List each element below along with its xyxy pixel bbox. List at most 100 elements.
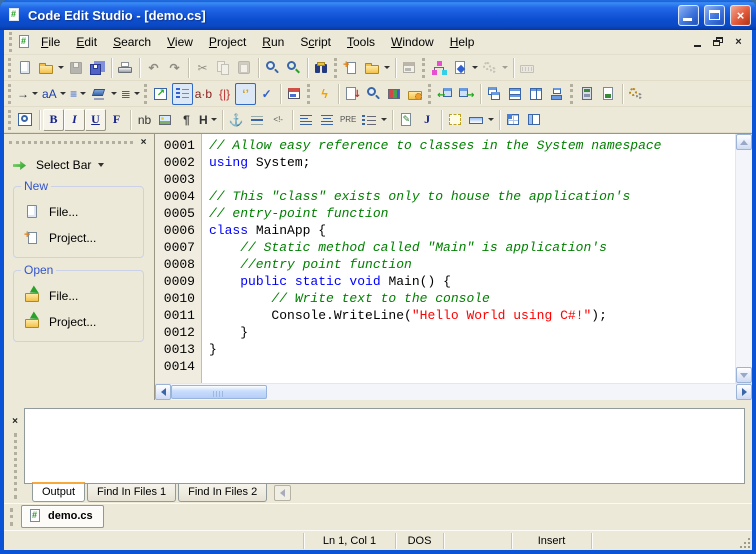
- scroll-down-button[interactable]: [736, 367, 752, 383]
- sort-document-button[interactable]: [342, 83, 363, 105]
- convert-tabs-button[interactable]: →: [15, 83, 40, 105]
- calculator-button[interactable]: [577, 83, 598, 105]
- sidebar-item-open-project[interactable]: Project...: [24, 309, 137, 335]
- open-project-button[interactable]: [362, 57, 392, 79]
- zoom-button[interactable]: [363, 83, 384, 105]
- heading-button[interactable]: H: [197, 109, 219, 131]
- list-button[interactable]: [359, 109, 389, 131]
- align-center-button[interactable]: [317, 109, 338, 131]
- show-spaces-button[interactable]: a·b: [193, 83, 214, 105]
- bold-button[interactable]: B: [43, 109, 64, 131]
- editor-horizontal-scrollbar[interactable]: [155, 383, 752, 400]
- toolbar-handle-run-tools[interactable]: [307, 84, 310, 104]
- menu-search[interactable]: Search: [105, 32, 159, 52]
- scroll-left-button[interactable]: [155, 384, 171, 400]
- menu-tools[interactable]: Tools: [339, 32, 383, 52]
- sidebar-item-open-file[interactable]: File...: [24, 283, 137, 309]
- comment-button[interactable]: <!-: [268, 109, 289, 131]
- document-tabbar-handle[interactable]: [10, 508, 13, 526]
- project-tree-button[interactable]: [429, 57, 450, 79]
- open-file-button[interactable]: [36, 57, 66, 79]
- maximize-button[interactable]: [704, 5, 725, 26]
- print-button[interactable]: [115, 57, 136, 79]
- sidebar-drag-handle[interactable]: [9, 141, 133, 144]
- find-button[interactable]: [262, 57, 283, 79]
- preformatted-button[interactable]: PRE: [338, 109, 359, 131]
- run-script-button[interactable]: [450, 57, 480, 79]
- toolbar-handle-script[interactable]: [422, 58, 425, 78]
- toolbar-handle-window-tools[interactable]: [428, 84, 431, 104]
- document-tab-demo-cs[interactable]: demo.cs: [21, 505, 104, 528]
- line-operations-button[interactable]: ≡: [68, 83, 89, 105]
- toolbar-handle-view-tools[interactable]: [144, 84, 147, 104]
- layer-button[interactable]: [445, 109, 466, 131]
- javascript-button[interactable]: J: [417, 109, 438, 131]
- smart-quotes-button[interactable]: ‘’: [235, 83, 256, 105]
- italic-button[interactable]: I: [64, 109, 85, 131]
- output-panel-close-button[interactable]: ×: [9, 416, 22, 428]
- notes-button[interactable]: [396, 109, 417, 131]
- settings-gears-button[interactable]: [626, 83, 647, 105]
- non-breaking-space-button[interactable]: nb: [134, 109, 155, 131]
- resize-grip[interactable]: [738, 536, 750, 548]
- mdi-close-button[interactable]: ×: [730, 35, 747, 50]
- brace-match-button[interactable]: {|}: [214, 83, 235, 105]
- document-properties-button[interactable]: [284, 83, 305, 105]
- horizontal-scroll-thumb[interactable]: [171, 385, 267, 399]
- folder-options-button[interactable]: [405, 83, 426, 105]
- save-all-button[interactable]: [87, 57, 108, 79]
- toolbar-handle-html[interactable]: [8, 110, 11, 130]
- output-tab-find-in-files-1[interactable]: Find In Files 1: [87, 484, 176, 502]
- sidebar-item-new-file[interactable]: File...: [24, 199, 137, 225]
- next-window-button[interactable]: [456, 83, 477, 105]
- align-left-button[interactable]: [296, 109, 317, 131]
- font-button[interactable]: F: [106, 109, 127, 131]
- mdi-restore-button[interactable]: [710, 35, 727, 50]
- paragraph-format-button[interactable]: ≣: [119, 83, 142, 105]
- menu-script[interactable]: Script: [292, 32, 339, 52]
- full-screen-button[interactable]: [151, 83, 172, 105]
- reformat-button[interactable]: [89, 83, 119, 105]
- spell-check-button[interactable]: ✓: [256, 83, 277, 105]
- mdi-minimize-button[interactable]: [690, 35, 707, 50]
- editor-surface[interactable]: 0001000200030004000500060007000800090010…: [155, 134, 735, 383]
- code-editor[interactable]: 0001000200030004000500060007000800090010…: [155, 134, 752, 400]
- output-tab-output[interactable]: Output: [32, 482, 85, 502]
- horizontal-scroll-track[interactable]: [171, 384, 736, 400]
- output-panel-drag-handle[interactable]: [14, 433, 17, 499]
- anchor-button[interactable]: ⚓: [226, 109, 247, 131]
- mdi-document-icon[interactable]: [16, 34, 33, 50]
- output-panel-content[interactable]: [24, 408, 745, 484]
- menu-file[interactable]: File: [33, 32, 68, 52]
- toolbar-handle-extra-tools[interactable]: [570, 84, 573, 104]
- insert-image-button[interactable]: [155, 109, 176, 131]
- underline-button[interactable]: U: [85, 109, 106, 131]
- toolbar-handle-edit-tools[interactable]: [8, 84, 11, 104]
- editor-vertical-scrollbar[interactable]: [735, 134, 752, 383]
- preview-button[interactable]: [15, 109, 36, 131]
- tile-vertical-button[interactable]: [526, 83, 547, 105]
- menu-project[interactable]: Project: [201, 32, 254, 52]
- menubar-handle[interactable]: [9, 32, 12, 52]
- line-numbers-button[interactable]: [172, 83, 193, 105]
- color-picker-button[interactable]: [384, 83, 405, 105]
- editor-code[interactable]: // Allow easy reference to classes in th…: [202, 134, 735, 383]
- frames-button[interactable]: [524, 109, 545, 131]
- toolbar-handle-project[interactable]: [334, 58, 337, 78]
- panel-splitter[interactable]: [4, 400, 752, 408]
- scroll-up-button[interactable]: [736, 134, 752, 150]
- menu-edit[interactable]: Edit: [68, 32, 105, 52]
- horizontal-rule-button[interactable]: [247, 109, 268, 131]
- replace-button[interactable]: [283, 57, 304, 79]
- arrange-icons-button[interactable]: [547, 83, 568, 105]
- select-bar-dropdown[interactable]: Select Bar: [4, 148, 154, 182]
- find-in-files-button[interactable]: [311, 57, 332, 79]
- previous-window-button[interactable]: [435, 83, 456, 105]
- cascade-windows-button[interactable]: [484, 83, 505, 105]
- sidebar-close-button[interactable]: ×: [137, 137, 150, 149]
- change-case-button[interactable]: aA: [40, 83, 68, 105]
- paragraph-mark-button[interactable]: ¶: [176, 109, 197, 131]
- sidebar-item-new-project[interactable]: Project...: [24, 225, 137, 251]
- close-button[interactable]: ×: [730, 5, 751, 26]
- new-file-button[interactable]: [15, 57, 36, 79]
